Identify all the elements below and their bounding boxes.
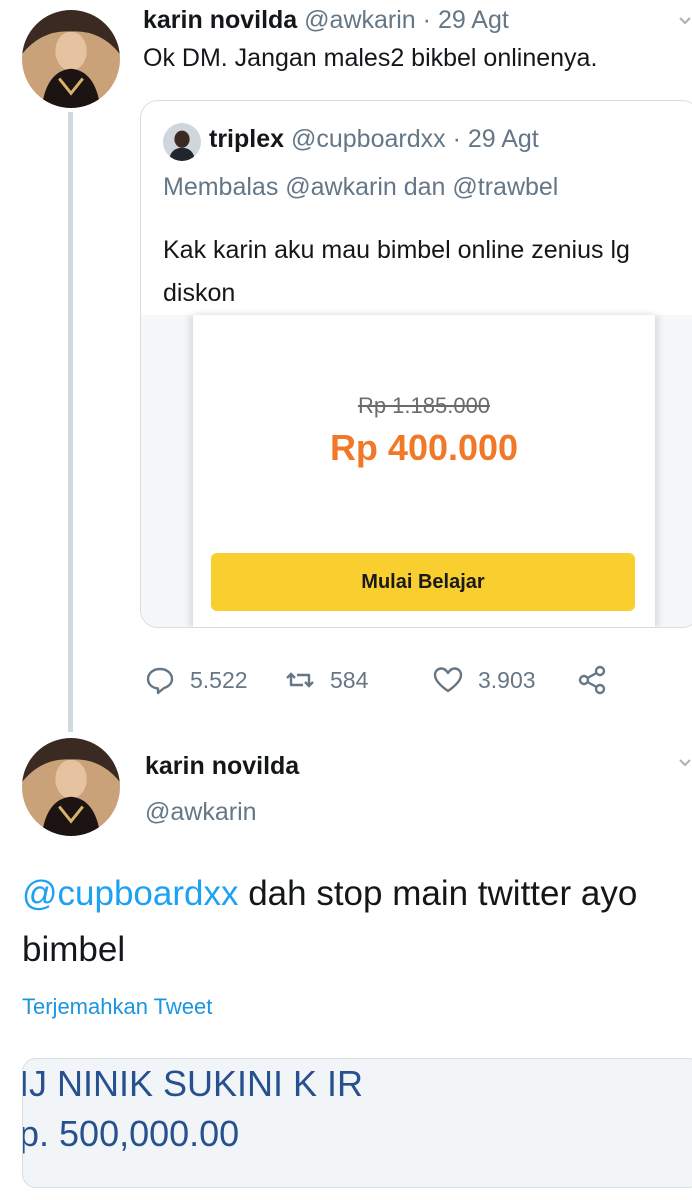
tweet2-author-name[interactable]: karin novilda <box>145 752 299 781</box>
mulai-belajar-button[interactable]: Mulai Belajar <box>211 553 635 611</box>
quoted-tweet[interactable]: triplex @cupboardxx · 29 Agt Membalas @a… <box>140 100 692 628</box>
media-text-line1: IJ NINIK SUKINI K IR <box>22 1063 364 1104</box>
quoted-media-image[interactable]: Rp 1.185.000 Rp 400.000 Mulai Belajar <box>141 315 692 627</box>
tweet1-author-handle[interactable]: @awkarin <box>304 6 416 34</box>
tweet2-text: @cupboardxx dah stop main twitter ayo bi… <box>22 866 682 978</box>
quoted-author-handle[interactable]: @cupboardxx <box>291 125 446 153</box>
reply-button[interactable]: 5.522 <box>144 660 248 700</box>
avatar-triplex[interactable] <box>163 123 201 161</box>
like-icon <box>433 667 463 693</box>
quoted-header: triplex @cupboardxx · 29 Agt <box>209 125 539 154</box>
old-price: Rp 1.185.000 <box>357 393 491 418</box>
quoted-date[interactable]: 29 Agt <box>468 125 539 153</box>
tweet1-header: karin novilda @awkarin · 29 Agt <box>143 6 509 35</box>
tweet2-media-image[interactable]: IJ NINIK SUKINI K IR p. 500,000.00 <box>22 1058 692 1188</box>
avatar-karin[interactable] <box>22 10 120 108</box>
retweet-count: 584 <box>330 666 369 693</box>
tweet1-action-bar: 5.522 584 3.903 <box>144 660 624 700</box>
retweet-button[interactable]: 584 <box>284 660 368 700</box>
chevron-down-icon[interactable] <box>678 14 692 28</box>
chevron-down-icon[interactable] <box>678 756 692 770</box>
reply-count: 5.522 <box>190 666 248 693</box>
thread-line <box>68 112 73 732</box>
tweet1-date[interactable]: 29 Agt <box>438 6 509 34</box>
quoted-text: Kak karin aku mau bimbel online zenius l… <box>163 236 630 307</box>
media-text-line2: p. 500,000.00 <box>22 1113 240 1154</box>
like-count: 3.903 <box>478 666 536 693</box>
tweet1-author-name[interactable]: karin novilda <box>143 6 297 34</box>
promo-card: Rp 1.185.000 Rp 400.000 Mulai Belajar <box>193 315 655 627</box>
quoted-separator: · <box>452 125 461 153</box>
tweet2-author-handle[interactable]: @awkarin <box>145 798 257 827</box>
tweet1-text: Ok DM. Jangan males2 bikbel onlinenya. <box>143 44 598 72</box>
tweet2-mention-link[interactable]: @cupboardxx <box>22 874 238 913</box>
share-icon <box>578 665 606 695</box>
share-button[interactable] <box>576 660 622 700</box>
quoted-reply-context: Membalas @awkarin dan @trawbel <box>163 173 559 201</box>
retweet-icon <box>286 672 314 688</box>
avatar-karin-2[interactable] <box>22 738 120 836</box>
translate-tweet-link[interactable]: Terjemahkan Tweet <box>22 994 212 1020</box>
like-button[interactable]: 3.903 <box>432 660 536 700</box>
quoted-author-name[interactable]: triplex <box>209 125 284 153</box>
reply-icon <box>146 667 174 695</box>
new-price: Rp 400.000 <box>329 427 519 468</box>
tweet1-separator: · <box>422 6 431 34</box>
